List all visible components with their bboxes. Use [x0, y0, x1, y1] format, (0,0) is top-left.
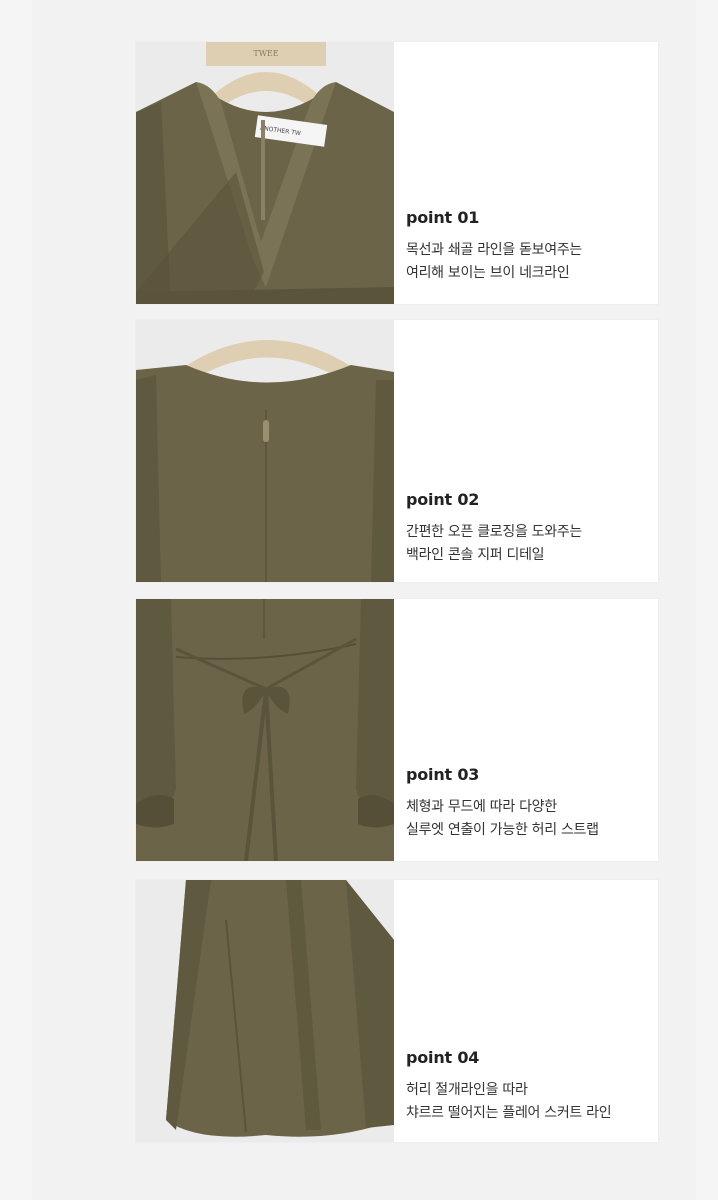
dress-neckline-photo: TWEE ANOTHER TW: [136, 42, 394, 304]
point-description-line: 목선과 쇄골 라인을 돋보여주는: [406, 242, 582, 258]
point-description-line: 백라인 콘솔 지퍼 디테일: [406, 547, 545, 563]
detail-card-2: point 02 간편한 오픈 클로징을 도와주는 백라인 콘솔 지퍼 디테일: [136, 320, 658, 582]
hanger-brand-text: TWEE: [253, 49, 278, 58]
point-description-line: 여리해 보이는 브이 네크라인: [406, 265, 570, 281]
dress-back-zipper-photo: [136, 320, 394, 582]
detail-card-4: point 04 허리 절개라인을 따라 챠르르 떨어지는 플레어 스커트 라인: [136, 880, 658, 1142]
dress-flare-skirt-photo: [136, 880, 394, 1142]
point-text-4: point 04 허리 절개라인을 따라 챠르르 떨어지는 플레어 스커트 라인: [406, 880, 656, 1142]
point-title: point 04: [406, 1048, 480, 1067]
point-title: point 03: [406, 765, 480, 784]
point-description-line: 간편한 오픈 클로징을 도와주는: [406, 524, 582, 540]
point-text-3: point 03 체형과 무드에 따라 다양한 실루엣 연출이 가능한 허리 스…: [406, 599, 656, 861]
point-title: point 02: [406, 490, 480, 509]
detail-card-1: TWEE ANOTHER TW point 01 목선과 쇄골 라인을 돋보여주…: [136, 42, 658, 304]
point-description-line: 허리 절개라인을 따라: [406, 1082, 528, 1098]
point-description-line: 챠르르 떨어지는 플레어 스커트 라인: [406, 1105, 612, 1121]
dress-waist-strap-photo: [136, 599, 394, 861]
point-description-line: 실루엣 연출이 가능한 허리 스트랩: [406, 822, 599, 838]
point-text-2: point 02 간편한 오픈 클로징을 도와주는 백라인 콘솔 지퍼 디테일: [406, 320, 656, 582]
point-title: point 01: [406, 208, 480, 227]
point-description-line: 체형과 무드에 따라 다양한: [406, 799, 557, 815]
detail-page: TWEE ANOTHER TW point 01 목선과 쇄골 라인을 돋보여주…: [32, 0, 696, 1200]
detail-card-3: point 03 체형과 무드에 따라 다양한 실루엣 연출이 가능한 허리 스…: [136, 599, 658, 861]
point-text-1: point 01 목선과 쇄골 라인을 돋보여주는 여리해 보이는 브이 네크라…: [406, 42, 656, 304]
